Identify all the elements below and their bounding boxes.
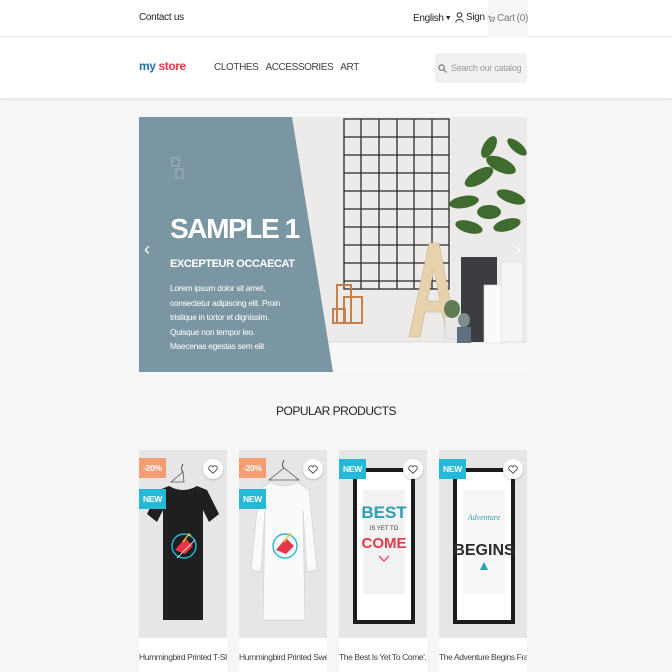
section-title: POPULAR PRODUCTS [275, 404, 397, 418]
wishlist-button[interactable] [303, 459, 323, 479]
svg-text:BEST: BEST [361, 503, 407, 522]
svg-text:BEGINS: BEGINS [453, 542, 515, 559]
contact-us-link[interactable]: Contact us [139, 12, 184, 23]
carousel-prev-icon[interactable]: ‹ [144, 239, 150, 260]
svg-text:COME: COME [362, 535, 407, 552]
main-header: my store CLOTHES ACCESSORIES ART [0, 37, 672, 98]
heart-icon [408, 464, 418, 474]
wishlist-button[interactable] [403, 459, 423, 479]
logo-store: store [158, 59, 186, 73]
new-badge: NEW [139, 489, 166, 509]
wishlist-button[interactable] [203, 459, 223, 479]
store-logo[interactable]: my store [139, 59, 186, 73]
svg-text:Adventure: Adventure [467, 513, 501, 522]
nav-item-clothes[interactable]: CLOTHES [214, 62, 259, 73]
top-bar: Contact us English▼ Sign in Cart (0) [0, 0, 672, 37]
carousel-next-icon[interactable]: › [515, 239, 521, 260]
product-name[interactable]: Hummingbird Printed T-Shirt [139, 652, 227, 662]
product-card[interactable]: Adventure BEGINS NEW The Adventure Begin… [439, 450, 527, 672]
language-selector[interactable]: English▼ [413, 13, 452, 24]
svg-text:IS YET TO: IS YET TO [370, 526, 399, 532]
caret-down-icon: ▼ [444, 15, 452, 22]
discount-badge: -20% [139, 458, 166, 478]
user-icon [455, 12, 464, 23]
hero-carousel[interactable]: SAMPLE 1 EXCEPTEUR OCCAECAT Lorem ipsum … [139, 117, 527, 372]
cart-count: (0) [516, 13, 529, 24]
slide-description: Lorem ipsum dolor sit amet, consectetur … [170, 283, 280, 351]
nav-item-accessories[interactable]: ACCESSORIES [265, 62, 333, 73]
search-icon[interactable] [438, 63, 447, 73]
new-badge: NEW [339, 459, 366, 479]
nav-item-art[interactable]: ART [340, 62, 359, 73]
product-name[interactable]: The Best Is Yet To Come'... [339, 652, 427, 662]
language-label: English [413, 13, 444, 24]
new-badge: NEW [239, 489, 266, 509]
product-card[interactable]: -20% NEW Hummingbird Printed T-Shirt [139, 450, 227, 672]
heart-icon [508, 464, 518, 474]
cart-label: Cart [496, 13, 515, 24]
discount-badge: -20% [239, 458, 266, 478]
main-nav: CLOTHES ACCESSORIES ART [214, 62, 359, 73]
search-box [435, 53, 527, 83]
product-card[interactable]: BEST IS YET TO COME NEW The Best Is Yet … [339, 450, 427, 672]
slide-title: SAMPLE 1 [170, 213, 300, 244]
wishlist-button[interactable] [503, 459, 523, 479]
new-badge: NEW [439, 459, 466, 479]
product-name[interactable]: The Adventure Begins Framed... [439, 652, 527, 662]
slide-subtitle: EXCEPTEUR OCCAECAT [170, 258, 295, 270]
shopping-cart-icon [488, 15, 495, 22]
heart-icon [208, 464, 218, 474]
cart-button[interactable]: Cart (0) [488, 0, 528, 37]
product-name[interactable]: Hummingbird Printed Sweater [239, 652, 327, 662]
product-card[interactable]: -20% NEW Hummingbird Printed Sweater [239, 450, 327, 672]
heart-icon [308, 464, 318, 474]
search-input[interactable] [451, 63, 525, 73]
logo-my: my [139, 59, 156, 73]
